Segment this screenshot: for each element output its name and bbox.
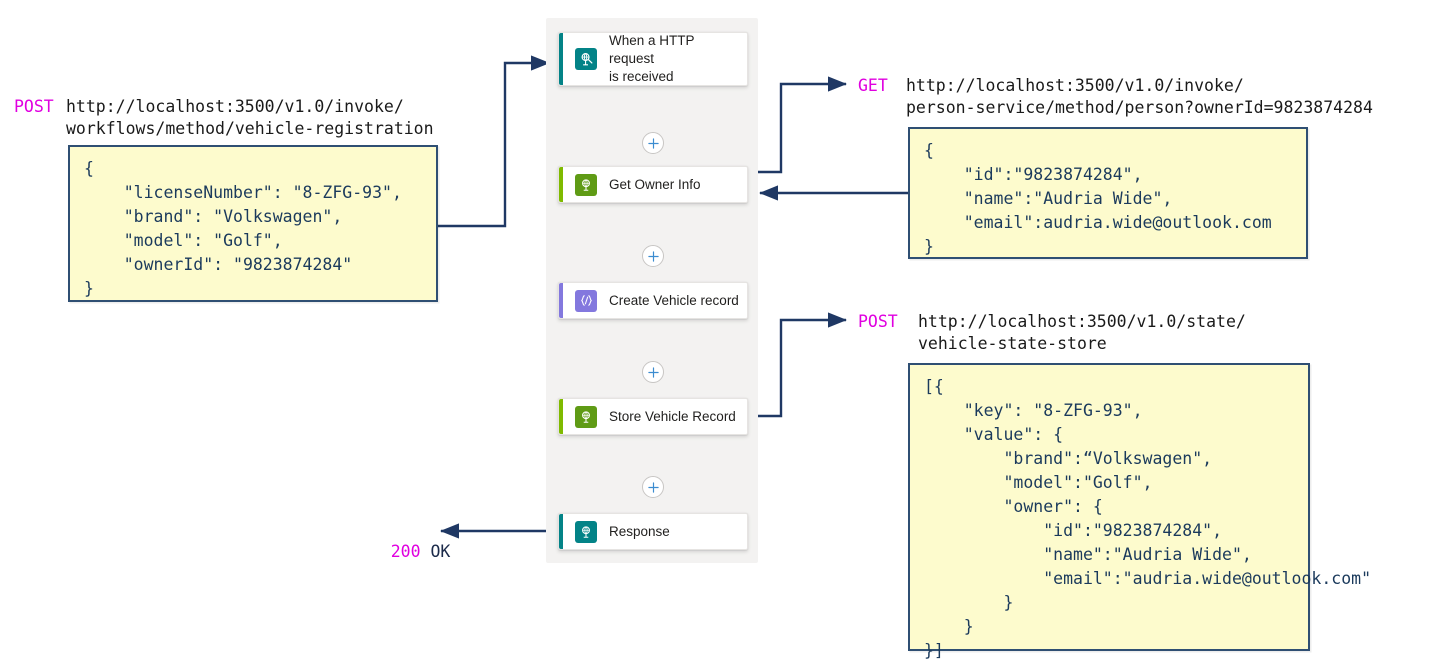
request-in-url-line2: workflows/method/vehicle-registration xyxy=(66,119,434,138)
node-accent-bar xyxy=(559,33,563,85)
plus-icon xyxy=(647,250,659,262)
node-accent-bar xyxy=(559,167,563,202)
person-call-url-line1: http://localhost:3500/v1.0/invoke/ xyxy=(906,76,1244,95)
response-status: 200 OK xyxy=(351,519,451,585)
node-accent-bar xyxy=(559,399,563,434)
response-status-code: 200 xyxy=(390,542,421,561)
wire-owner-request-out xyxy=(749,76,847,174)
state-call-verb: POST xyxy=(858,312,898,331)
state-call-request-body: [{ "key": "8-ZFG-93", "value": { "brand"… xyxy=(908,363,1371,660)
wire-statestore-request-out xyxy=(749,312,847,418)
plus-icon xyxy=(647,481,659,493)
person-call-verb: GET xyxy=(858,76,888,95)
code-braces-icon xyxy=(575,289,597,312)
node-label: When a HTTP request is received xyxy=(609,33,695,84)
wire-request-to-trigger xyxy=(438,55,550,228)
workflow-node-get-owner-info[interactable]: Get Owner Info xyxy=(558,166,748,203)
node-label: Response xyxy=(609,523,670,539)
add-step-button-1[interactable] xyxy=(642,132,664,154)
person-call-url-line2: person-service/method/person?ownerId=982… xyxy=(906,98,1373,117)
state-call-url-line1: http://localhost:3500/v1.0/state/ xyxy=(918,312,1246,331)
node-accent-bar xyxy=(559,514,563,549)
diagram-canvas: When a HTTP request is received Get Owne… xyxy=(0,0,1454,665)
state-call-url-line2: vehicle-state-store xyxy=(918,334,1107,353)
request-in-url-line1: http://localhost:3500/v1.0/invoke/ xyxy=(66,97,404,116)
add-step-button-3[interactable] xyxy=(642,361,664,383)
workflow-node-response[interactable]: Response xyxy=(558,513,748,550)
node-label: Store Vehicle Record xyxy=(609,408,736,424)
plus-icon xyxy=(647,366,659,378)
request-trigger-icon xyxy=(575,48,597,70)
plus-icon xyxy=(647,137,659,149)
node-label: Create Vehicle record xyxy=(609,292,739,308)
workflow-node-create-vehicle-record[interactable]: Create Vehicle record xyxy=(558,282,748,319)
node-label: Get Owner Info xyxy=(609,176,701,192)
request-in-verb: POST xyxy=(14,97,54,116)
person-call-response-body: { "id":"9823874284", "name":"Audria Wide… xyxy=(908,127,1308,259)
dapr-invoke-icon xyxy=(575,173,597,196)
response-status-text: OK xyxy=(430,542,451,561)
response-icon xyxy=(575,520,597,543)
workflow-node-store-vehicle-record[interactable]: Store Vehicle Record xyxy=(558,398,748,435)
request-in-body: { "licenseNumber": "8-ZFG-93", "brand": … xyxy=(68,145,438,302)
add-step-button-4[interactable] xyxy=(642,476,664,498)
workflow-node-http-trigger[interactable]: When a HTTP request is received xyxy=(558,32,748,86)
add-step-button-2[interactable] xyxy=(642,245,664,267)
node-accent-bar xyxy=(559,283,563,318)
dapr-state-icon xyxy=(575,405,597,428)
